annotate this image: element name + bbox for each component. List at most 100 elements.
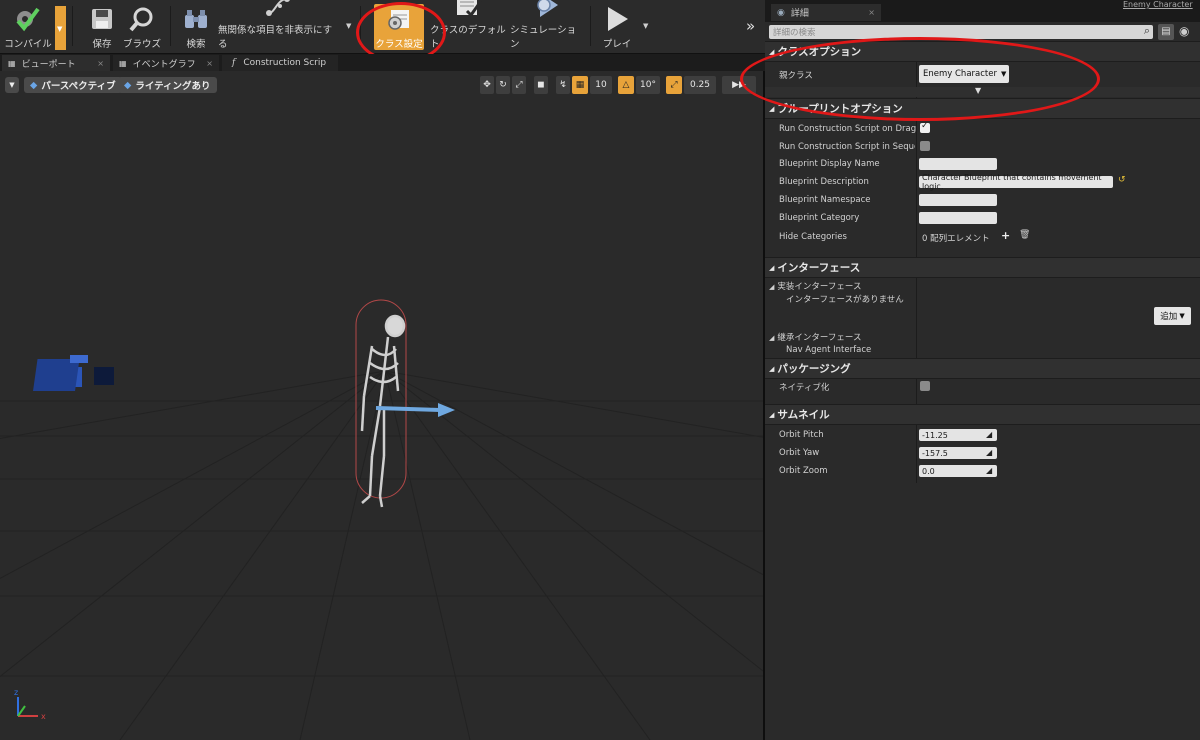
collapse-icon: ◢ xyxy=(769,104,775,113)
expand-arrow-icon: ▼ xyxy=(975,86,982,95)
hide-unrelated-button[interactable]: 無関係な項目を非表示にする xyxy=(218,0,338,50)
class-defaults-button[interactable]: クラスのデフォルト xyxy=(430,0,506,50)
scale-snap-value[interactable]: 0.25 xyxy=(684,76,716,94)
lighting-icon: ◆ xyxy=(124,79,132,91)
tab-details[interactable]: ◉ 詳細 × xyxy=(771,4,881,21)
scale-snap-toggle[interactable]: ⤢ xyxy=(666,76,682,94)
compile-options-dropdown[interactable]: ▼ xyxy=(55,6,66,50)
chevron-down-icon: ▼ xyxy=(1000,70,1007,78)
orbit-zoom-value: 0.0 xyxy=(922,466,935,476)
play-button[interactable]: プレイ xyxy=(598,2,636,50)
window-title: Enemy Character xyxy=(1123,0,1193,9)
rotate-tool-icon[interactable]: ↻ xyxy=(496,76,510,94)
viewport-options-dropdown[interactable]: ▼ xyxy=(5,77,19,93)
inherited-interfaces-label[interactable]: ◢ 継承インターフェース xyxy=(769,331,861,343)
class-settings-icon xyxy=(382,5,416,33)
play-label: プレイ xyxy=(602,39,632,50)
details-tab-label: 詳細 xyxy=(790,9,809,19)
chevron-down-icon: ▼ xyxy=(346,22,352,30)
trash-icon[interactable]: 🗑 xyxy=(1019,230,1030,240)
compile-button[interactable]: コンパイル xyxy=(2,2,54,50)
run-in-sequencer-checkbox[interactable] xyxy=(920,141,930,151)
camera-actor[interactable] xyxy=(33,355,114,391)
eye-view-options-icon[interactable]: ◉ xyxy=(1179,24,1189,38)
section-blueprint-options[interactable]: ◢ ブループリントオプション xyxy=(765,98,1200,119)
skeleton-mesh[interactable] xyxy=(360,314,406,508)
category-label: Blueprint Category xyxy=(779,213,860,223)
category-field[interactable] xyxy=(919,212,997,224)
forward-arrow xyxy=(375,403,455,417)
details-search-input[interactable]: 詳細の検索 ⌕ xyxy=(769,24,1153,39)
toolbar-overflow-icon[interactable]: » xyxy=(746,17,755,35)
viewport-grid: x z xyxy=(0,299,763,740)
chevron-down-icon[interactable]: ▼ xyxy=(643,22,648,30)
grid-snap-toggle[interactable]: ▦ xyxy=(572,76,588,94)
grid-snap-value[interactable]: 10 xyxy=(590,76,612,94)
class-settings-button[interactable]: クラス設定 xyxy=(374,4,424,50)
display-name-field[interactable] xyxy=(919,158,997,170)
add-interface-button[interactable]: 追加 ▼ xyxy=(1154,307,1191,325)
nativize-checkbox[interactable] xyxy=(920,381,930,391)
tab-construction-script[interactable]: f Construction Scrip xyxy=(222,55,338,71)
graph-tab-icon: ▦ xyxy=(119,58,127,68)
close-icon[interactable]: × xyxy=(868,8,875,17)
perspective-dropdown[interactable]: ◆ パースペクティブ xyxy=(24,77,122,93)
toolbar-divider xyxy=(360,6,361,46)
parent-class-label: 親クラス xyxy=(779,71,813,81)
perspective-icon: ◆ xyxy=(30,79,38,91)
section-class-options[interactable]: ◢ クラスオプション xyxy=(765,41,1200,62)
close-icon[interactable]: × xyxy=(97,59,104,68)
advanced-expander[interactable]: ▼ xyxy=(765,86,1200,97)
section-title: サムネイル xyxy=(777,409,830,421)
collapse-icon: ◢ xyxy=(769,283,775,291)
run-on-drag-checkbox[interactable]: ✓ xyxy=(920,121,930,133)
class-settings-label: クラス設定 xyxy=(375,39,423,50)
scale-tool-icon[interactable]: ⤢ xyxy=(512,76,526,94)
search-icon: ⌕ xyxy=(1143,24,1150,37)
collapse-icon: ◢ xyxy=(769,47,775,56)
spin-handle-icon[interactable]: ◢ xyxy=(986,431,994,439)
orbit-yaw-field[interactable]: -157.5 ◢ xyxy=(919,447,997,459)
tab-viewport[interactable]: ▦ ビューポート × xyxy=(2,55,110,71)
rotation-snap-toggle[interactable]: △ xyxy=(618,76,634,94)
tab-event-graph[interactable]: ▦ イベントグラフ × xyxy=(113,55,219,71)
section-title: ブループリントオプション xyxy=(777,103,903,115)
reset-to-default-icon[interactable]: ↺ xyxy=(1118,175,1126,185)
find-label: 検索 xyxy=(186,39,206,50)
surface-snap-icon[interactable]: ↯ xyxy=(556,76,570,94)
find-button[interactable]: 検索 xyxy=(178,2,214,50)
lighting-dropdown[interactable]: ◆ ライティングあり xyxy=(118,77,217,93)
namespace-field[interactable] xyxy=(919,194,997,206)
property-matrix-icon[interactable]: ▤ xyxy=(1158,24,1174,40)
orbit-pitch-value: -11.25 xyxy=(922,430,948,440)
close-icon[interactable]: × xyxy=(206,59,213,68)
nativize-label: ネイティブ化 xyxy=(779,383,830,393)
orbit-pitch-field[interactable]: -11.25 ◢ xyxy=(919,429,997,441)
viewport[interactable]: x z ▼ ◆ パースペクティブ ◆ ライティングあり ✥ ↻ ⤢ ◼ ↯ ▦ … xyxy=(0,71,765,740)
simulation-button[interactable]: シミュレーション xyxy=(510,0,584,50)
editor-tabs: ▦ ビューポート × ▦ イベントグラフ × f Construction Sc… xyxy=(0,54,765,71)
translate-tool-icon[interactable]: ✥ xyxy=(480,76,494,94)
spin-handle-icon[interactable]: ◢ xyxy=(986,467,994,475)
camera-speed-icon[interactable]: ▶▶ xyxy=(722,76,756,94)
orbit-zoom-field[interactable]: 0.0 ◢ xyxy=(919,465,997,477)
section-packaging[interactable]: ◢ パッケージング xyxy=(765,358,1200,379)
section-interfaces[interactable]: ◢ インターフェース xyxy=(765,257,1200,278)
save-button[interactable]: 保存 xyxy=(82,2,122,50)
browse-button[interactable]: ブラウズ xyxy=(122,2,162,50)
add-button-label: 追加 xyxy=(1160,312,1178,322)
class-defaults-label: クラスのデフォルト xyxy=(430,25,506,50)
section-thumbnail[interactable]: ◢ サムネイル xyxy=(765,404,1200,425)
world-local-icon[interactable]: ◼ xyxy=(534,76,548,94)
lighting-label: ライティングあり xyxy=(135,81,211,92)
collapse-icon: ◢ xyxy=(769,410,775,419)
add-element-icon[interactable]: + xyxy=(1001,229,1010,242)
parent-class-dropdown[interactable]: Enemy Character ▼ xyxy=(919,65,1009,83)
collapse-icon: ◢ xyxy=(769,364,775,373)
chevron-down-icon: ▼ xyxy=(9,81,15,89)
implemented-interfaces-label[interactable]: ◢ 実装インターフェース xyxy=(769,280,861,292)
spin-handle-icon[interactable]: ◢ xyxy=(986,449,994,457)
description-field[interactable]: Character Blueprint that contains moveme… xyxy=(919,173,1113,191)
svg-text:x: x xyxy=(41,712,46,721)
rotation-snap-value[interactable]: 10° xyxy=(636,76,660,94)
